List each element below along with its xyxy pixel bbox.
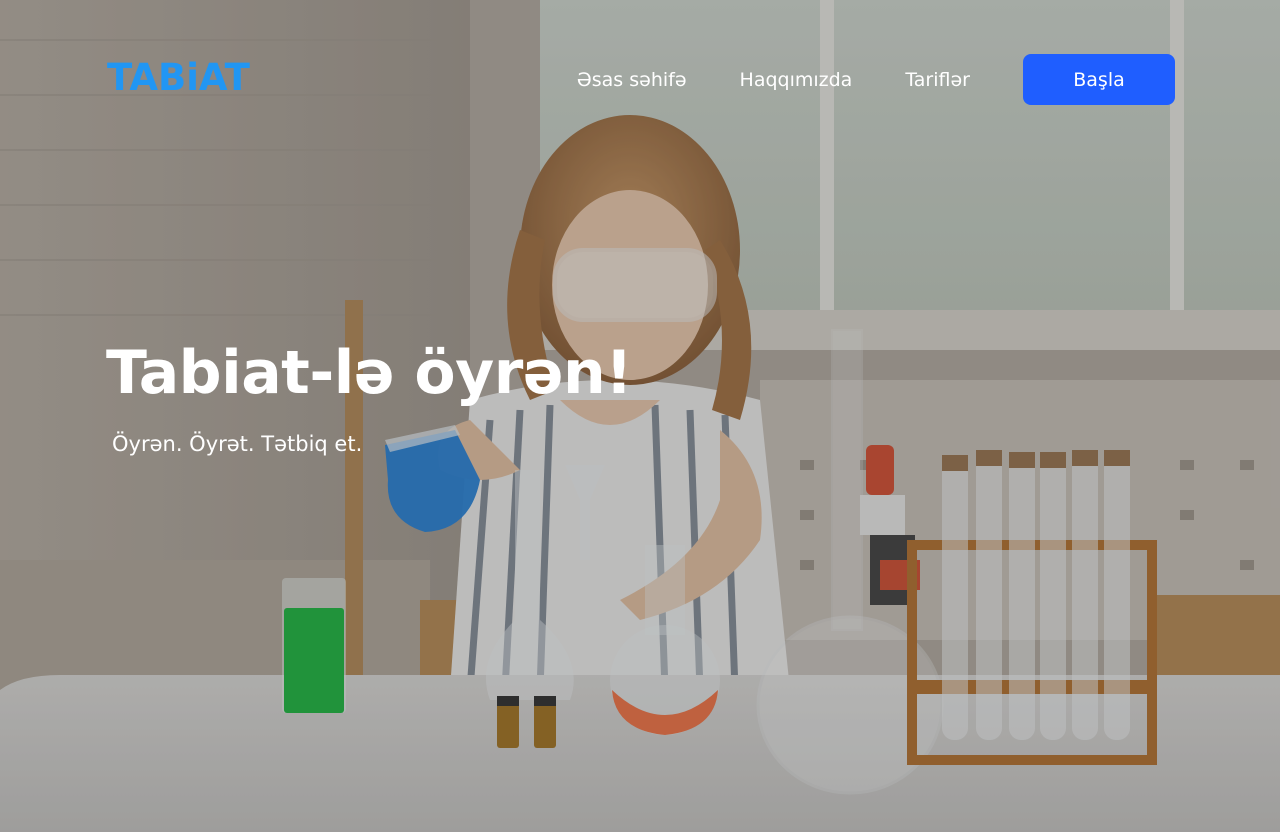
top-navigation: Əsas səhifə Haqqımızda Tariflər Başla: [577, 54, 1175, 105]
brand-logo[interactable]: TABiAT: [107, 58, 250, 98]
start-button[interactable]: Başla: [1023, 54, 1175, 105]
hero-subline: Öyrən. Öyrət. Tətbiq et.: [112, 432, 363, 456]
nav-link-pricing[interactable]: Tariflər: [905, 69, 970, 91]
hero-headline: Tabiat-lə öyrən!: [106, 338, 633, 408]
hero-section: [0, 0, 1280, 832]
hero-dark-overlay: [0, 0, 1280, 832]
nav-link-home[interactable]: Əsas səhifə: [577, 69, 687, 91]
nav-link-about[interactable]: Haqqımızda: [740, 69, 853, 91]
